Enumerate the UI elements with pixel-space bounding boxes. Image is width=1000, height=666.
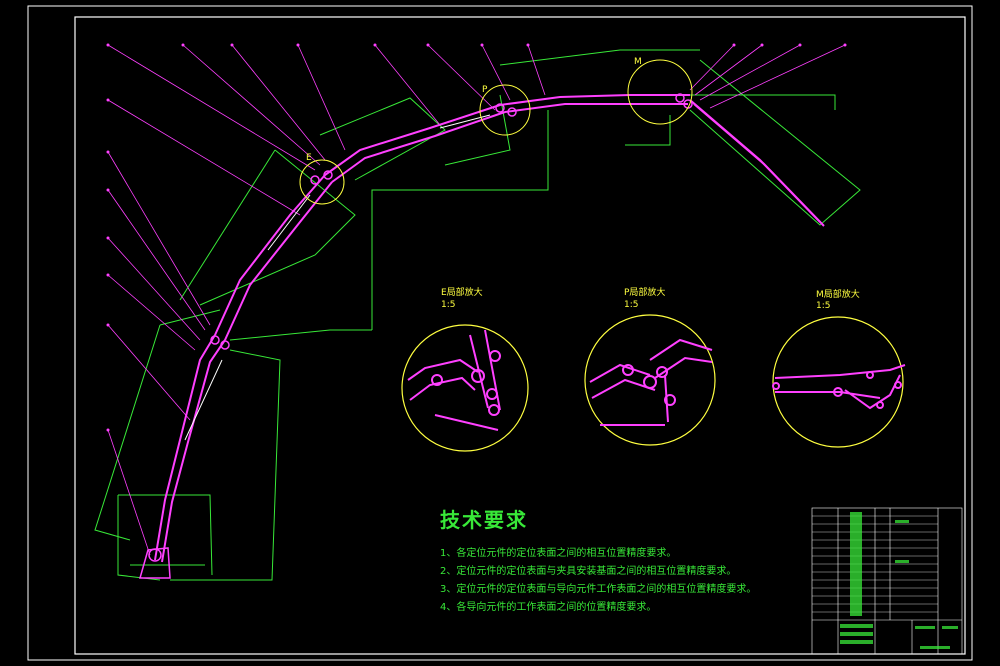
detail-e-scale: 1:5 <box>441 300 456 310</box>
e-marker-label: E <box>306 153 312 163</box>
boom-base <box>139 547 171 579</box>
detail-marker-labels: E P M <box>306 57 642 163</box>
detail-p-title: P局部放大 <box>624 288 666 298</box>
m-marker-label: M <box>634 57 642 67</box>
detail-m-scale: 1:5 <box>816 301 831 311</box>
tech-requirement-item: 2、定位元件的定位表面与夹具安装基面之间的相互位置精度要求。 <box>440 566 737 577</box>
title-block-fill <box>840 512 958 649</box>
detail-view-p <box>584 314 716 446</box>
detail-view-e <box>401 324 529 452</box>
tech-requirement-item: 3、定位元件的定位表面与导向元件工作表面之间的相互位置精度要求。 <box>440 584 757 595</box>
tech-requirements-title: 技术要求 <box>440 508 528 532</box>
dimension-lines <box>94 49 861 581</box>
p-marker-label: P <box>482 85 488 95</box>
detail-markers <box>299 59 693 205</box>
balloon-marks <box>106 43 847 432</box>
detail-e-title: E局部放大 <box>441 288 483 298</box>
e-detail-circle <box>299 159 345 205</box>
title-block <box>811 507 963 655</box>
tech-requirement-item: 4、各导向元件的工作表面之间的位置精度要求。 <box>440 602 657 613</box>
boom-arm <box>154 94 825 563</box>
tech-requirement-item: 1、各定位元件的定位表面之间的相互位置精度要求。 <box>440 548 677 559</box>
detail-view-m <box>772 316 906 448</box>
detail-p-scale: 1:5 <box>624 300 639 310</box>
m-detail-circle <box>627 59 693 125</box>
detail-m-title: M局部放大 <box>816 290 860 300</box>
